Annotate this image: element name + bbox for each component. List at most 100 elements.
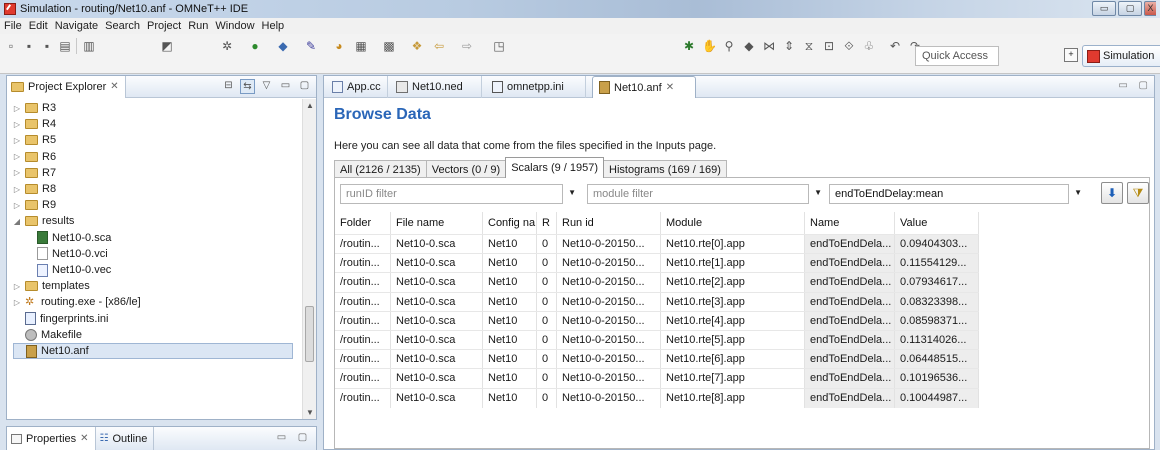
tab-app-cc[interactable]: App.cc [326,76,388,98]
save-icon[interactable]: ▪ [22,39,36,53]
close-tab-icon[interactable]: ✕ [80,433,88,444]
close-button[interactable]: X [1144,1,1156,16]
collapsed-arrow-icon[interactable]: ▷ [13,298,21,307]
distribute-vertical-icon[interactable]: ⇕ [782,39,796,53]
filter-icon[interactable]: ⧩ [1127,182,1149,204]
table-row[interactable]: /routin... Net10-0.sca Net10 0 Net10-0-20150… [335,272,979,293]
tree-item[interactable]: Net10-0.vci [37,246,108,262]
open-perspective-icon[interactable]: + [1064,48,1078,62]
debug-icon[interactable]: ✲ [220,39,234,53]
new-folder-icon[interactable]: ◕ [332,39,346,53]
tree-item[interactable]: ▷ R8 [13,181,56,197]
menu-file[interactable]: File [2,20,27,32]
menu-run[interactable]: Run [186,20,213,32]
menu-edit[interactable]: Edit [27,20,53,32]
match-size-icon[interactable]: ⧖ [802,39,816,53]
column-header-run-id[interactable]: Run id [557,212,661,234]
tab-histograms[interactable]: Histograms (169 / 169) [603,160,727,178]
maximize-view-icon[interactable]: ▢ [297,79,312,94]
table-row[interactable]: /routin... Net10-0.sca Net10 0 Net10-0-20150… [335,330,979,350]
external-tools-icon[interactable]: ◆ [276,39,290,53]
distribute-horizontal-icon[interactable]: ◆ [742,39,756,53]
tree-item[interactable]: ▷ R7 [13,165,56,181]
connection-icon[interactable]: ⟐ [842,39,856,53]
chevron-down-icon[interactable]: ▼ [814,188,822,197]
tab-net10-ned[interactable]: Net10.ned [390,76,482,98]
table-row[interactable]: /routin... Net10-0.sca Net10 0 Net10-0-20150… [335,349,979,370]
maximize-button[interactable]: ▢ [1118,1,1142,16]
tree-item[interactable]: fingerprints.ini [13,311,108,327]
tab-omnetpp-ini[interactable]: omnetpp.ini [486,76,586,98]
collapse-all-icon[interactable]: ⊟ [221,79,236,94]
forward-icon[interactable]: ⇨ [460,39,474,53]
menu-window[interactable]: Window [213,20,259,32]
tab-outline[interactable]: ☷ Outline [96,427,155,450]
name-filter[interactable]: endToEndDelay:mean ▼ [829,184,1082,204]
align-icon[interactable]: ⋈ [762,39,776,53]
maximize-view-icon[interactable]: ▢ [295,431,310,446]
table-row[interactable]: /routin... Net10-0.sca Net10 0 Net10-0-20150… [335,253,979,274]
scrollbar-thumb[interactable] [305,306,314,362]
tree-item[interactable]: ▷ R6 [13,149,56,165]
minimize-view-icon[interactable]: ▭ [274,431,289,446]
pin-editor-icon[interactable]: ◳ [492,39,506,53]
chevron-down-icon[interactable]: ▼ [1074,188,1082,197]
tree-item[interactable]: ▷ R9 [13,197,56,213]
view-menu-icon[interactable]: ▽ [259,79,274,94]
chevron-down-icon[interactable]: ▼ [568,188,576,197]
tree-item[interactable]: ▷ ✲ routing.exe - [x86/le] [13,294,141,310]
zoom-icon[interactable]: ⚲ [722,39,736,53]
column-header-value[interactable]: Value [895,212,979,234]
tab-project-explorer[interactable]: Project Explorer ✕ [7,75,126,98]
back-icon[interactable]: ⇦ [432,39,446,53]
save-all-icon[interactable]: ▪ [40,39,54,53]
hand-icon[interactable]: ✋ [702,39,717,53]
minimize-editor-icon[interactable]: ▭ [1118,80,1127,91]
table-row[interactable]: /routin... Net10-0.sca Net10 0 Net10-0-20150… [335,387,979,408]
layout-icon[interactable]: ✱ [682,39,696,53]
link-with-editor-icon[interactable]: ⇆ [240,79,255,94]
next-annotation-icon[interactable]: ▩ [382,39,396,53]
collapsed-arrow-icon[interactable]: ▷ [13,282,21,291]
menu-help[interactable]: Help [260,20,290,32]
collapsed-arrow-icon[interactable]: ▷ [13,152,21,161]
collapsed-arrow-icon[interactable]: ▷ [13,168,21,177]
tree-item[interactable]: ◢ results [13,213,74,229]
last-edit-icon[interactable]: ❖ [410,39,424,53]
scroll-up-icon[interactable]: ▲ [306,101,314,110]
close-tab-icon[interactable]: ✕ [110,81,118,92]
quick-access-input[interactable]: Quick Access [915,46,999,66]
tree-item[interactable]: ▷ R5 [13,132,56,148]
undo-icon[interactable]: ↶ [888,39,902,53]
collapsed-arrow-icon[interactable]: ▷ [13,104,21,113]
tree-item[interactable]: ▷ templates [13,278,90,294]
tab-scalars[interactable]: Scalars (9 / 1957) [505,157,605,178]
compound-icon[interactable]: ♧ [862,39,876,53]
tree-item[interactable]: Net10.anf [13,343,293,359]
minimize-view-icon[interactable]: ▭ [278,79,293,94]
tree-item[interactable]: ▷ R4 [13,116,56,132]
minimize-button[interactable]: ▭ [1092,1,1116,16]
tab-net10-anf[interactable]: Net10.anf ✕ [592,76,696,98]
tree-item[interactable]: Net10-0.sca [37,230,111,246]
column-header-file-name[interactable]: File name [391,212,483,234]
expanded-arrow-icon[interactable]: ◢ [13,217,21,226]
menu-search[interactable]: Search [103,20,145,32]
print-icon[interactable]: ▤ [58,39,72,53]
build-icon[interactable]: ▥ [82,39,96,53]
run-icon[interactable]: ● [248,39,262,53]
collapsed-arrow-icon[interactable]: ▷ [13,136,21,145]
add-to-dataset-icon[interactable]: ⬇ [1101,182,1123,204]
collapsed-arrow-icon[interactable]: ▷ [13,185,21,194]
close-tab-icon[interactable]: ✕ [666,82,674,93]
scroll-down-icon[interactable]: ▼ [306,408,314,417]
table-row[interactable]: /routin... Net10-0.sca Net10 0 Net10-0-20150… [335,234,979,254]
collapsed-arrow-icon[interactable]: ▷ [13,120,21,129]
module-filter[interactable]: module filter ▼ [587,184,822,204]
menu-project[interactable]: Project [145,20,186,32]
table-row[interactable]: /routin... Net10-0.sca Net10 0 Net10-0-20150… [335,310,979,331]
menu-navigate[interactable]: Navigate [53,20,103,32]
open-icon[interactable]: ◩ [160,39,174,53]
new-wizard-icon[interactable]: ✎ [304,39,318,53]
column-header-run-number[interactable]: R [537,212,557,234]
